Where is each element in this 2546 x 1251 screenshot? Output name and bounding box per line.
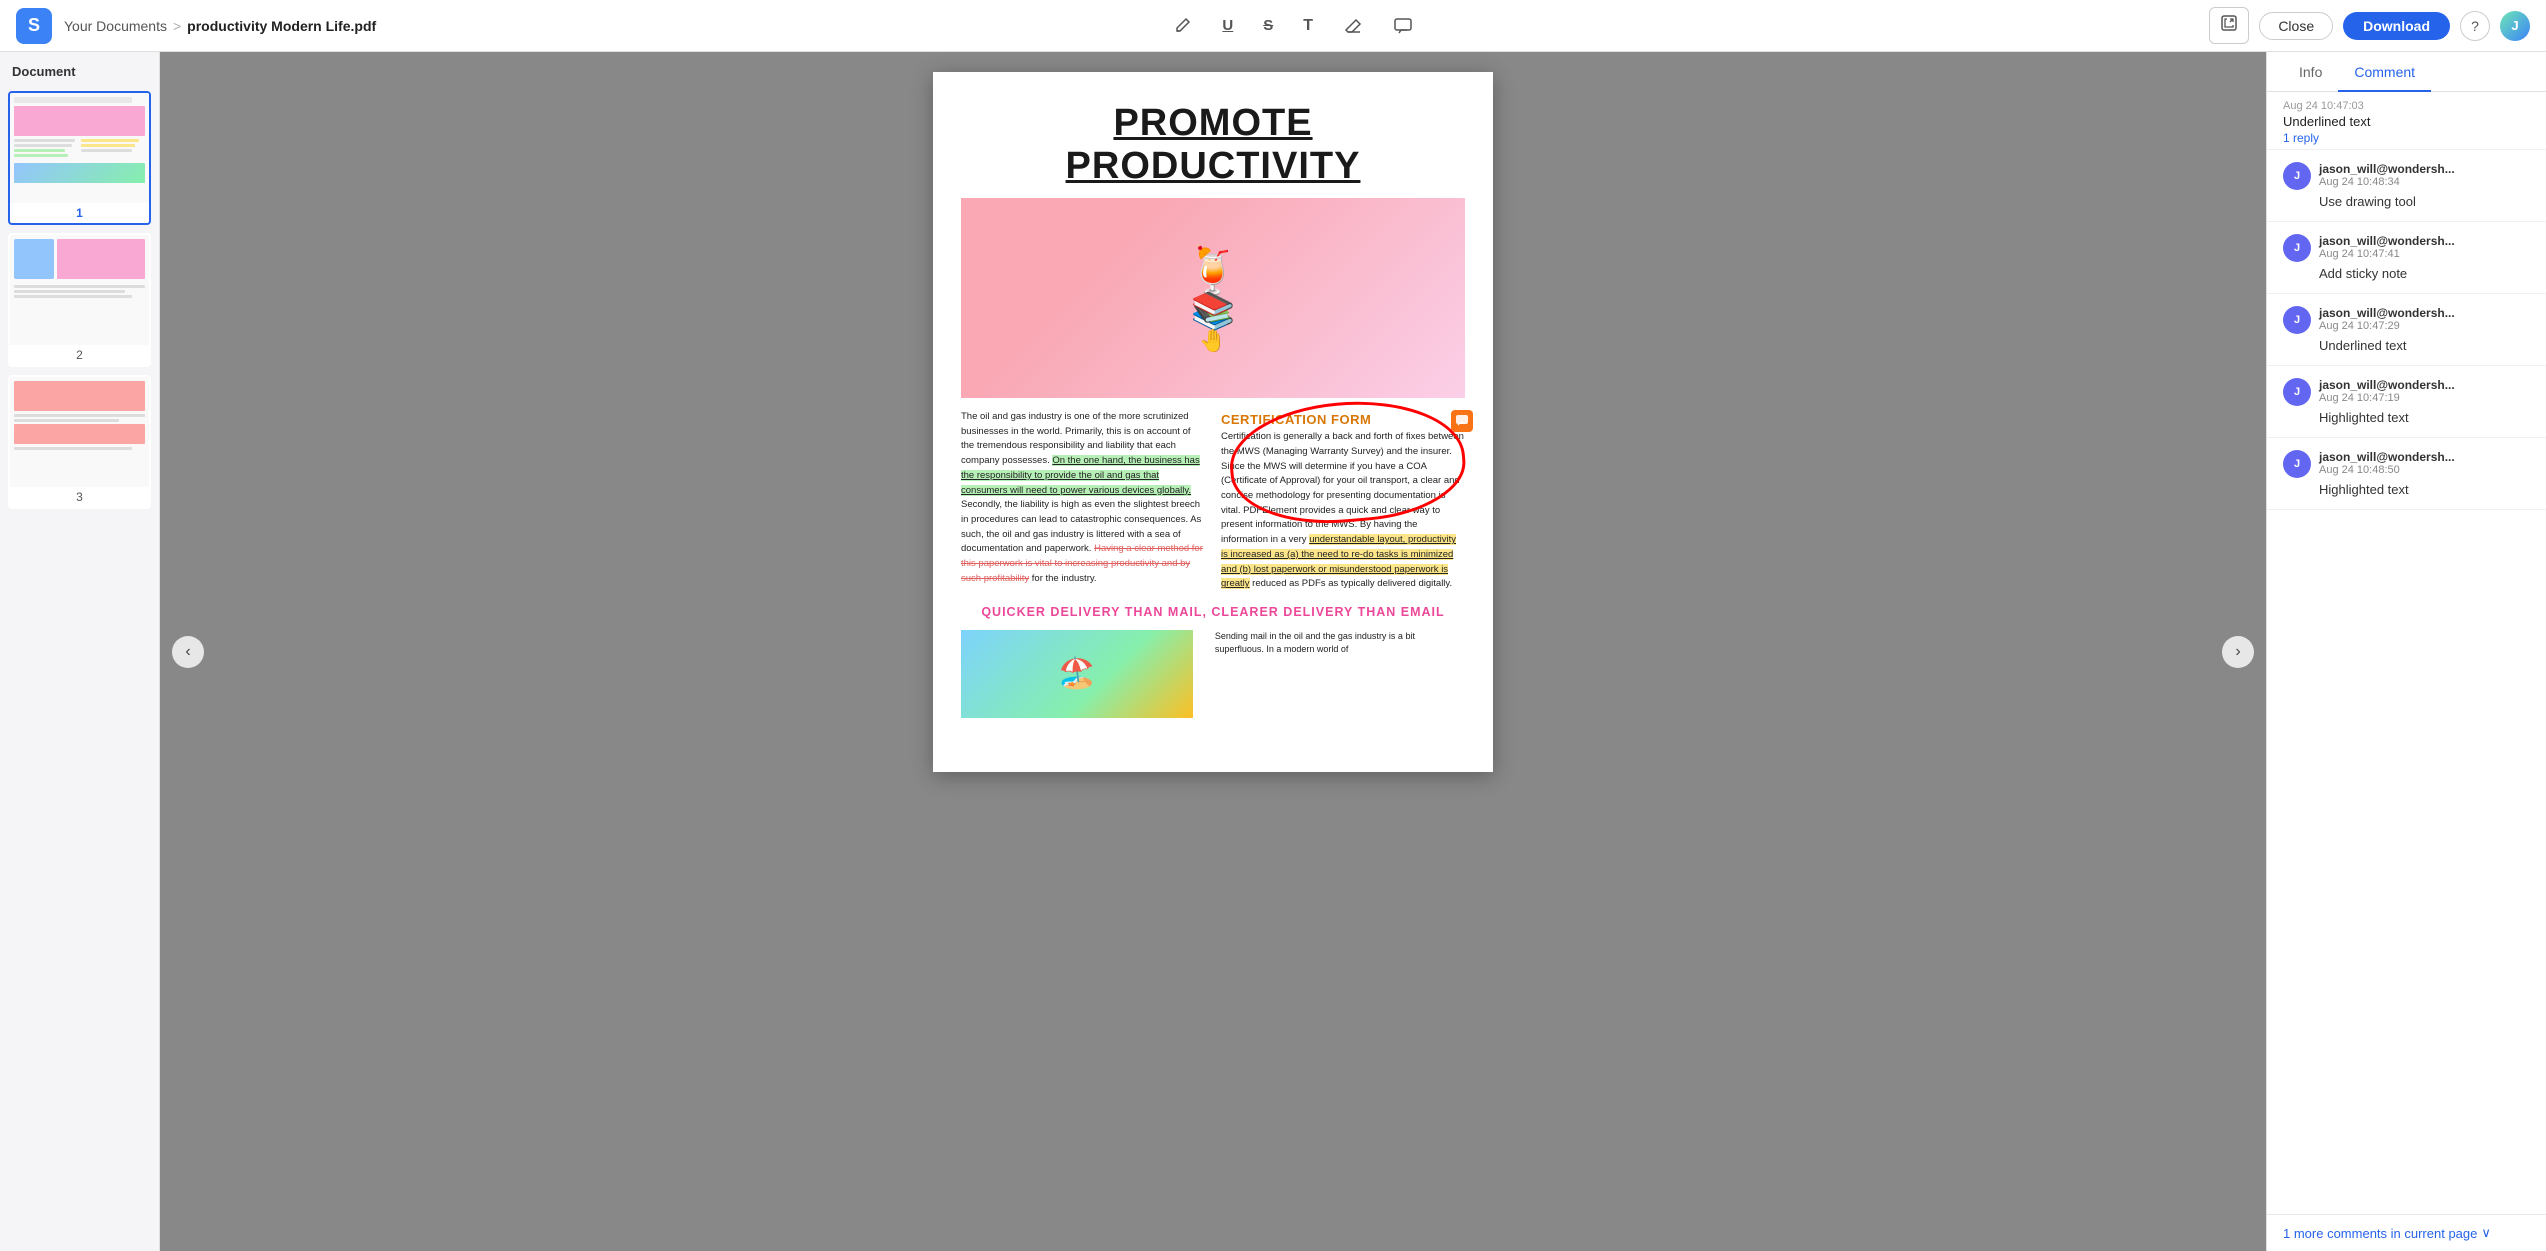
annotation-tools: U S T — [388, 10, 2197, 42]
top-comment-text: Underlined text — [2283, 114, 2530, 129]
sidebar-title: Document — [8, 64, 151, 79]
comment-avatar-5: J — [2283, 450, 2311, 478]
comment-item-2: J jason_will@wondersh... Aug 24 10:47:41… — [2267, 222, 2546, 294]
breadcrumb-separator: > — [173, 18, 181, 34]
page-num-1: 1 — [10, 203, 149, 223]
strikethrough-tool-button[interactable]: S — [1257, 11, 1279, 40]
comment-meta-3: jason_will@wondersh... Aug 24 10:47:29 — [2319, 306, 2530, 332]
more-comments-chevron: ∨ — [2481, 1225, 2491, 1241]
pdf-col-1: The oil and gas industry is one of the m… — [961, 410, 1205, 592]
comment-body-5: Highlighted text — [2283, 482, 2530, 497]
pdf-subheading: QUICKER DELIVERY THAN MAIL, CLEARER DELI… — [961, 604, 1465, 622]
eraser-tool-button[interactable] — [1337, 10, 1369, 42]
document-sidebar: Document — [0, 52, 160, 1251]
comment-body-3: Underlined text — [2283, 338, 2530, 353]
tab-comment[interactable]: Comment — [2338, 52, 2431, 92]
more-comments-button[interactable]: 1 more comments in current page ∨ — [2267, 1214, 2546, 1251]
comment-item-4: J jason_will@wondersh... Aug 24 10:47:19… — [2267, 366, 2546, 438]
col2-text1: Certification is generally a back and fo… — [1221, 431, 1464, 545]
page-num-3: 3 — [10, 487, 149, 507]
close-button[interactable]: Close — [2259, 12, 2333, 40]
comment-item-5: J jason_will@wondersh... Aug 24 10:48:50… — [2267, 438, 2546, 510]
page-thumb-1[interactable]: 1 — [8, 91, 151, 225]
breadcrumb-parent[interactable]: Your Documents — [64, 18, 167, 34]
underline-tool-button[interactable]: U — [1216, 11, 1239, 40]
main-area: Document — [0, 52, 2546, 1251]
comment-time-2: Aug 24 10:47:41 — [2319, 248, 2530, 260]
col2-text2: reduced as PDFs as typically delivered d… — [1252, 578, 1452, 589]
comment-avatar-1: J — [2283, 162, 2311, 190]
pdf-title: PROMOTE PRODUCTIVITY — [961, 102, 1465, 188]
panel-tabs: Info Comment — [2267, 52, 2546, 92]
comment-meta-1: jason_will@wondersh... Aug 24 10:48:34 — [2319, 162, 2530, 188]
page-thumb-3[interactable]: 3 — [8, 375, 151, 509]
page-thumb-2[interactable]: 2 — [8, 233, 151, 367]
comment-time-4: Aug 24 10:47:19 — [2319, 392, 2530, 404]
pdf-columns: The oil and gas industry is one of the m… — [961, 410, 1465, 592]
breadcrumb-current: productivity Modern Life.pdf — [187, 18, 376, 34]
pdf-lower-text: Sending mail in the oil and the gas indu… — [1203, 630, 1465, 718]
app-logo: S — [16, 8, 52, 44]
download-button[interactable]: Download — [2343, 12, 2450, 40]
comment-user-4: jason_will@wondersh... — [2319, 378, 2530, 392]
pdf-hero-image: 🍹 📚 🤚 — [961, 198, 1465, 398]
comment-avatar-2: J — [2283, 234, 2311, 262]
comment-body-2: Add sticky note — [2283, 266, 2530, 281]
comment-body-1: Use drawing tool — [2283, 194, 2530, 209]
comment-user-1: jason_will@wondersh... — [2319, 162, 2530, 176]
pdf-lower-row: 🏖️ Sending mail in the oil and the gas i… — [961, 622, 1465, 718]
comment-avatar-3: J — [2283, 306, 2311, 334]
comment-user-5: jason_will@wondersh... — [2319, 450, 2530, 464]
comment-time-3: Aug 24 10:47:29 — [2319, 320, 2530, 332]
breadcrumb: Your Documents > productivity Modern Lif… — [64, 18, 376, 34]
pdf-viewer: ‹ PROMOTE PRODUCTIVITY 🍹 📚 🤚 The oil and… — [160, 52, 2266, 1251]
col1-text3: for the industry. — [1032, 573, 1097, 584]
next-page-button[interactable]: › — [2222, 636, 2254, 668]
comment-meta-4: jason_will@wondersh... Aug 24 10:47:19 — [2319, 378, 2530, 404]
pdf-col-2: CERTIFICATION FORM Certification is gene… — [1221, 410, 1465, 592]
comment-body-4: Highlighted text — [2283, 410, 2530, 425]
comment-avatar-4: J — [2283, 378, 2311, 406]
comment-item-1: J jason_will@wondersh... Aug 24 10:48:34… — [2267, 150, 2546, 222]
toolbar-right: Close Download ? J — [2209, 7, 2530, 44]
panel-content: Aug 24 10:47:03 Underlined text 1 reply … — [2267, 92, 2546, 1214]
comment-user-3: jason_will@wondersh... — [2319, 306, 2530, 320]
highlight-tool-button[interactable] — [1166, 10, 1198, 42]
pdf-page: PROMOTE PRODUCTIVITY 🍹 📚 🤚 The oil and g… — [933, 72, 1493, 772]
comment-bubble-icon[interactable] — [1451, 410, 1473, 432]
comment-tool-button[interactable] — [1387, 10, 1419, 42]
cert-header: CERTIFICATION FORM — [1221, 410, 1465, 430]
pdf-lower-image: 🏖️ — [961, 630, 1193, 718]
text-tool-button[interactable]: T — [1297, 11, 1319, 41]
toolbar: S Your Documents > productivity Modern L… — [0, 0, 2546, 52]
comment-user-2: jason_will@wondersh... — [2319, 234, 2530, 248]
help-button[interactable]: ? — [2460, 11, 2490, 41]
comment-time-1: Aug 24 10:48:34 — [2319, 176, 2530, 188]
comment-meta-5: jason_will@wondersh... Aug 24 10:48:50 — [2319, 450, 2530, 476]
top-comment-date: Aug 24 10:47:03 — [2283, 100, 2530, 112]
right-panel: Info Comment Aug 24 10:47:03 Underlined … — [2266, 52, 2546, 1251]
user-avatar[interactable]: J — [2500, 11, 2530, 41]
more-comments-label: 1 more comments in current page — [2283, 1226, 2477, 1241]
prev-page-button[interactable]: ‹ — [172, 636, 204, 668]
open-external-button[interactable] — [2209, 7, 2249, 44]
top-comment-reply[interactable]: 1 reply — [2283, 131, 2530, 145]
comment-meta-2: jason_will@wondersh... Aug 24 10:47:41 — [2319, 234, 2530, 260]
comment-time-5: Aug 24 10:48:50 — [2319, 464, 2530, 476]
comment-item-3: J jason_will@wondersh... Aug 24 10:47:29… — [2267, 294, 2546, 366]
top-comment: Aug 24 10:47:03 Underlined text 1 reply — [2267, 92, 2546, 150]
tab-info[interactable]: Info — [2283, 52, 2338, 92]
page-num-2: 2 — [10, 345, 149, 365]
